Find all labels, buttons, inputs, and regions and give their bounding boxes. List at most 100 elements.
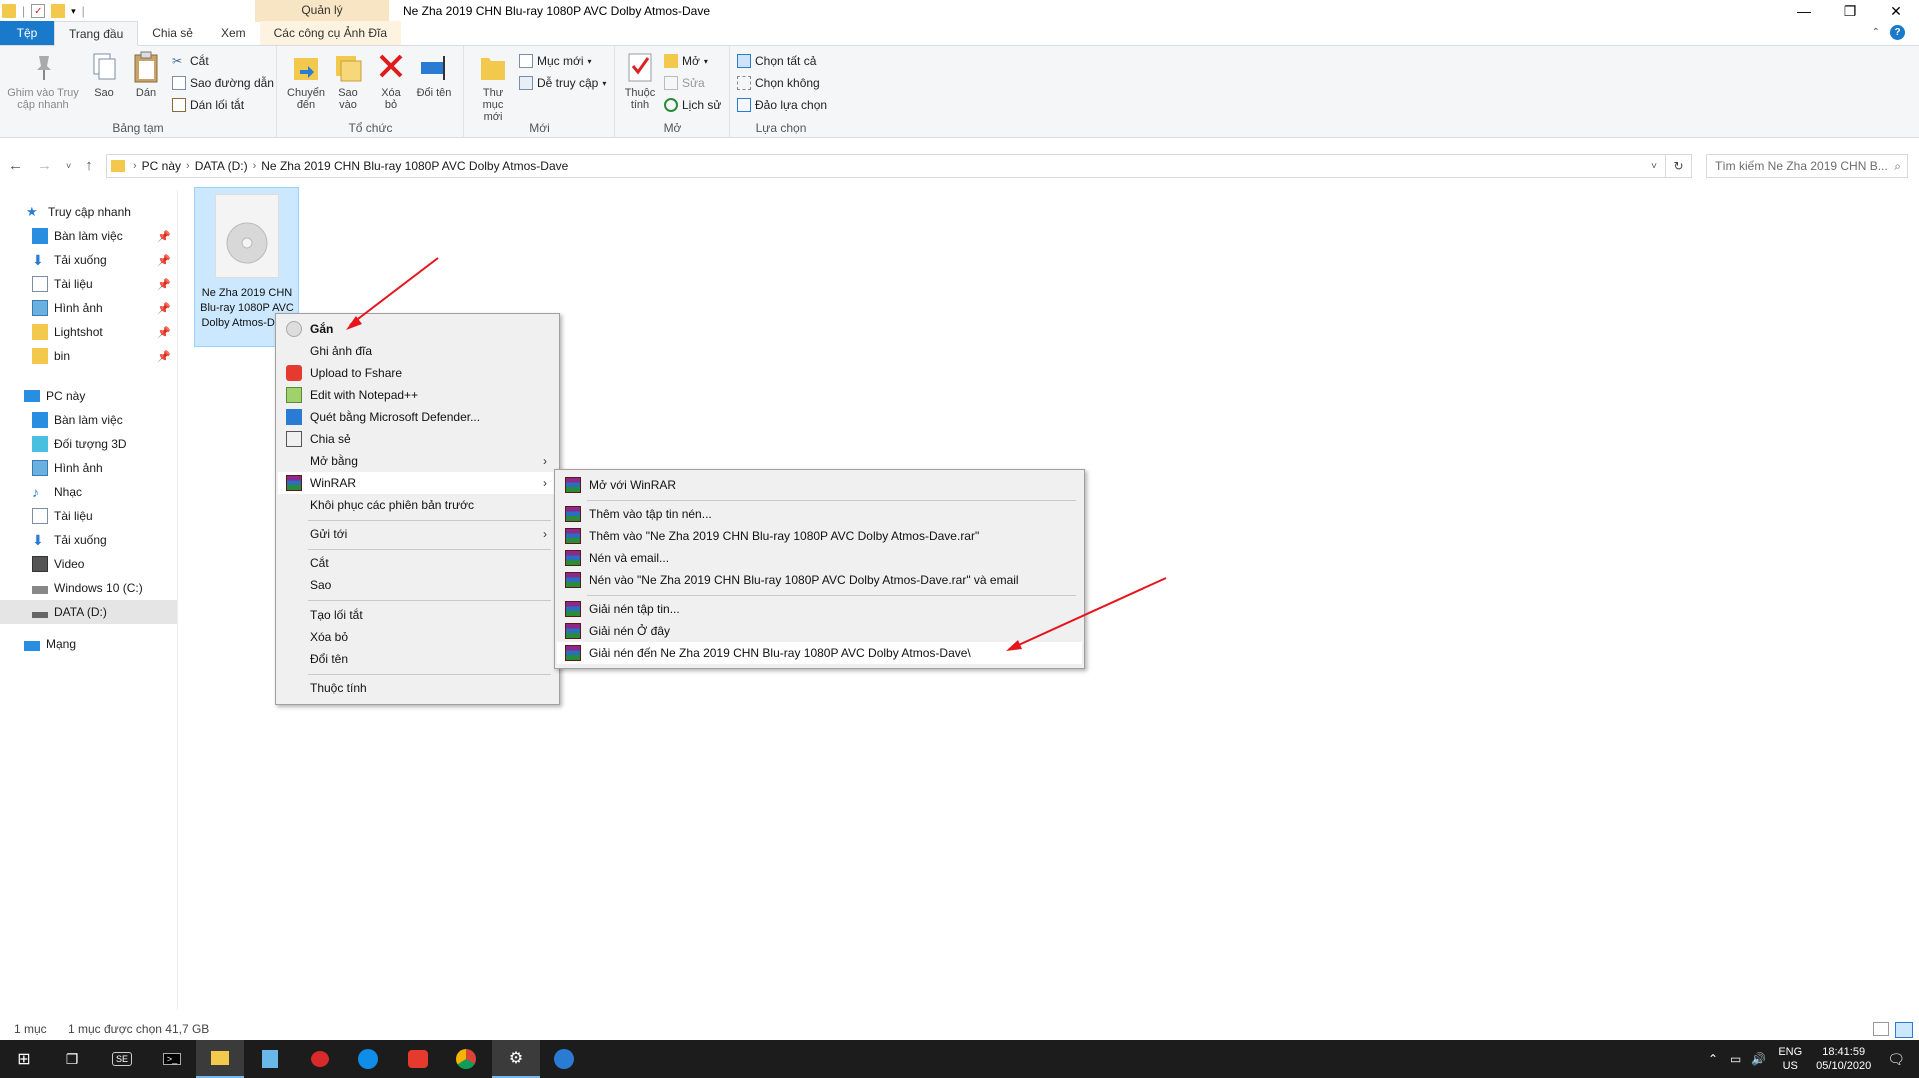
tab-file[interactable]: Tệp bbox=[0, 21, 54, 45]
nav-pc-drive-c[interactable]: Windows 10 (C:) bbox=[0, 576, 177, 600]
taskbar-terminal[interactable]: >_ bbox=[148, 1040, 196, 1078]
start-button[interactable]: ⊞ bbox=[0, 1040, 48, 1078]
winrar-open[interactable]: Mở với WinRAR bbox=[557, 474, 1082, 496]
nav-pc-pictures[interactable]: Hình ảnh bbox=[0, 456, 177, 480]
taskbar-settings-app[interactable]: ⚙ bbox=[492, 1040, 540, 1078]
nav-pc-downloads[interactable]: ⬇ Tải xuống bbox=[0, 528, 177, 552]
cut-button[interactable]: ✂ Cắt bbox=[172, 52, 209, 70]
breadcrumb-current-folder[interactable]: Ne Zha 2019 CHN Blu-ray 1080P AVC Dolby … bbox=[261, 159, 568, 173]
paste-shortcut-button[interactable]: Dán lối tắt bbox=[172, 96, 244, 114]
nav-quick-pictures[interactable]: Hình ảnh 📌 bbox=[0, 296, 177, 320]
nav-quick-documents[interactable]: Tài liệu 📌 bbox=[0, 272, 177, 296]
menu-rename[interactable]: Đổi tên bbox=[278, 648, 557, 670]
close-button[interactable]: ✕ bbox=[1873, 0, 1919, 22]
refresh-button[interactable]: ↻ bbox=[1666, 154, 1692, 178]
new-folder-icon[interactable] bbox=[51, 4, 66, 18]
move-to-button[interactable]: Chuyển đến bbox=[286, 50, 326, 111]
rename-button[interactable]: Đổi tên bbox=[416, 50, 452, 99]
address-dropdown-icon[interactable]: ˅ bbox=[1651, 161, 1657, 172]
taskbar-blue-app[interactable] bbox=[540, 1040, 588, 1078]
taskbar-teamviewer[interactable] bbox=[344, 1040, 392, 1078]
open-button[interactable]: Mở ▾ bbox=[664, 52, 708, 70]
winrar-extract-files[interactable]: Giải nén tập tin... bbox=[557, 598, 1082, 620]
collapse-ribbon-icon[interactable]: ⌃ bbox=[1872, 27, 1880, 38]
menu-restore-previous[interactable]: Khôi phục các phiên bản trước bbox=[278, 494, 557, 516]
network-tray-icon[interactable]: ▭ bbox=[1730, 1052, 1741, 1066]
menu-burn-disc-image[interactable]: Ghi ảnh đĩa bbox=[278, 340, 557, 362]
menu-properties[interactable]: Thuộc tính bbox=[278, 677, 557, 699]
details-view-icon[interactable] bbox=[1873, 1022, 1889, 1036]
new-folder-button[interactable]: Thư mục mới bbox=[473, 50, 513, 123]
menu-upload-fshare[interactable]: Upload to Fshare bbox=[278, 362, 557, 384]
winrar-compress-email[interactable]: Nén và email... bbox=[557, 547, 1082, 569]
taskbar-file-explorer[interactable] bbox=[196, 1040, 244, 1078]
new-item-button[interactable]: Mục mới ▾ bbox=[519, 52, 592, 70]
menu-scan-defender[interactable]: Quét bằng Microsoft Defender... bbox=[278, 406, 557, 428]
clock[interactable]: 18:41:59 05/10/2020 bbox=[1816, 1045, 1871, 1073]
winrar-compress-to-rar-email[interactable]: Nén vào "Ne Zha 2019 CHN Blu-ray 1080P A… bbox=[557, 569, 1082, 591]
pin-quick-access-button[interactable]: Ghim vào Truy cập nhanh bbox=[4, 50, 82, 111]
menu-create-shortcut[interactable]: Tạo lối tắt bbox=[278, 604, 557, 626]
nav-quick-desktop[interactable]: Bàn làm việc 📌 bbox=[0, 224, 177, 248]
search-input[interactable]: Tìm kiếm Ne Zha 2019 CHN B... ⌕ bbox=[1706, 154, 1908, 178]
menu-winrar[interactable]: WinRAR › bbox=[278, 472, 557, 494]
menu-share[interactable]: Chia sẻ bbox=[278, 428, 557, 450]
nav-pc-videos[interactable]: Video bbox=[0, 552, 177, 576]
minimize-button[interactable]: — bbox=[1781, 0, 1827, 22]
help-icon[interactable]: ? bbox=[1890, 25, 1905, 40]
winrar-add-archive[interactable]: Thêm vào tập tin nén... bbox=[557, 503, 1082, 525]
restore-button[interactable]: ❐ bbox=[1827, 0, 1873, 22]
notifications-icon[interactable]: 🗨 bbox=[1887, 1051, 1905, 1068]
menu-mount[interactable]: Gắn bbox=[278, 318, 557, 340]
breadcrumb-data-d[interactable]: DATA (D:) bbox=[195, 159, 248, 173]
menu-send-to[interactable]: Gửi tới › bbox=[278, 523, 557, 545]
easy-access-button[interactable]: Dễ truy cập ▾ bbox=[519, 74, 606, 92]
nav-quick-downloads[interactable]: ⬇ Tải xuống 📌 bbox=[0, 248, 177, 272]
task-view-button[interactable]: ❐ bbox=[48, 1040, 96, 1078]
up-icon[interactable]: ↑ bbox=[85, 157, 93, 174]
taskbar-notepad[interactable] bbox=[246, 1040, 294, 1078]
tab-share[interactable]: Chia sẻ bbox=[138, 21, 207, 45]
menu-delete[interactable]: Xóa bỏ bbox=[278, 626, 557, 648]
winrar-extract-here[interactable]: Giải nén Ở đây bbox=[557, 620, 1082, 642]
menu-cut[interactable]: Cắt bbox=[278, 552, 557, 574]
taskbar-snail-app[interactable] bbox=[296, 1040, 344, 1078]
menu-edit-notepadpp[interactable]: Edit with Notepad++ bbox=[278, 384, 557, 406]
volume-icon[interactable]: 🔊 bbox=[1751, 1052, 1766, 1066]
back-icon[interactable]: ← bbox=[8, 157, 23, 174]
copy-path-button[interactable]: Sao đường dẫn bbox=[172, 74, 274, 92]
winrar-extract-to-folder[interactable]: Giải nén đến Ne Zha 2019 CHN Blu-ray 108… bbox=[557, 642, 1082, 664]
nav-quick-access[interactable]: ★ Truy cập nhanh bbox=[0, 200, 177, 224]
taskbar-app-se[interactable]: SE bbox=[98, 1040, 146, 1078]
nav-pc-documents[interactable]: Tài liệu bbox=[0, 504, 177, 528]
taskbar-cloud-app[interactable] bbox=[394, 1040, 442, 1078]
address-bar[interactable]: › PC này › DATA (D:) › Ne Zha 2019 CHN B… bbox=[106, 154, 1666, 178]
history-button[interactable]: Lịch sử bbox=[664, 96, 721, 114]
select-all-button[interactable]: Chọn tất cả bbox=[737, 52, 816, 70]
winrar-add-to-rar[interactable]: Thêm vào "Ne Zha 2019 CHN Blu-ray 1080P … bbox=[557, 525, 1082, 547]
nav-quick-bin[interactable]: bin 📌 bbox=[0, 344, 177, 368]
paste-button[interactable]: Dán bbox=[128, 50, 164, 99]
tab-disc-image-tools[interactable]: Các công cụ Ảnh Đĩa bbox=[259, 21, 402, 45]
breadcrumb-this-pc[interactable]: PC này bbox=[142, 159, 181, 173]
customize-qat-icon[interactable]: ▾ bbox=[71, 6, 76, 17]
properties-button[interactable]: Thuộc tính bbox=[622, 50, 658, 111]
menu-open-with[interactable]: Mở bằng › bbox=[278, 450, 557, 472]
copy-to-button[interactable]: Sao vào bbox=[330, 50, 366, 111]
nav-pc-drive-d[interactable]: DATA (D:) bbox=[0, 600, 177, 624]
tab-home[interactable]: Trang đầu bbox=[54, 21, 139, 46]
select-none-button[interactable]: Chọn không bbox=[737, 74, 820, 92]
nav-pc-3d-objects[interactable]: Đối tượng 3D bbox=[0, 432, 177, 456]
invert-selection-button[interactable]: Đảo lựa chọn bbox=[737, 96, 827, 114]
copy-button[interactable]: Sao bbox=[88, 50, 120, 99]
delete-button[interactable]: Xóa bỏ bbox=[374, 50, 408, 111]
properties-icon[interactable]: ✓ bbox=[31, 4, 46, 18]
nav-pc-music[interactable]: ♪ Nhạc bbox=[0, 480, 177, 504]
forward-icon[interactable]: → bbox=[37, 157, 52, 174]
nav-pc-desktop[interactable]: Bàn làm việc bbox=[0, 408, 177, 432]
menu-copy[interactable]: Sao bbox=[278, 574, 557, 596]
language-indicator[interactable]: ENG US bbox=[1778, 1045, 1802, 1073]
nav-this-pc[interactable]: PC này bbox=[0, 384, 177, 408]
nav-quick-lightshot[interactable]: Lightshot 📌 bbox=[0, 320, 177, 344]
large-icons-view-icon[interactable] bbox=[1895, 1022, 1913, 1038]
